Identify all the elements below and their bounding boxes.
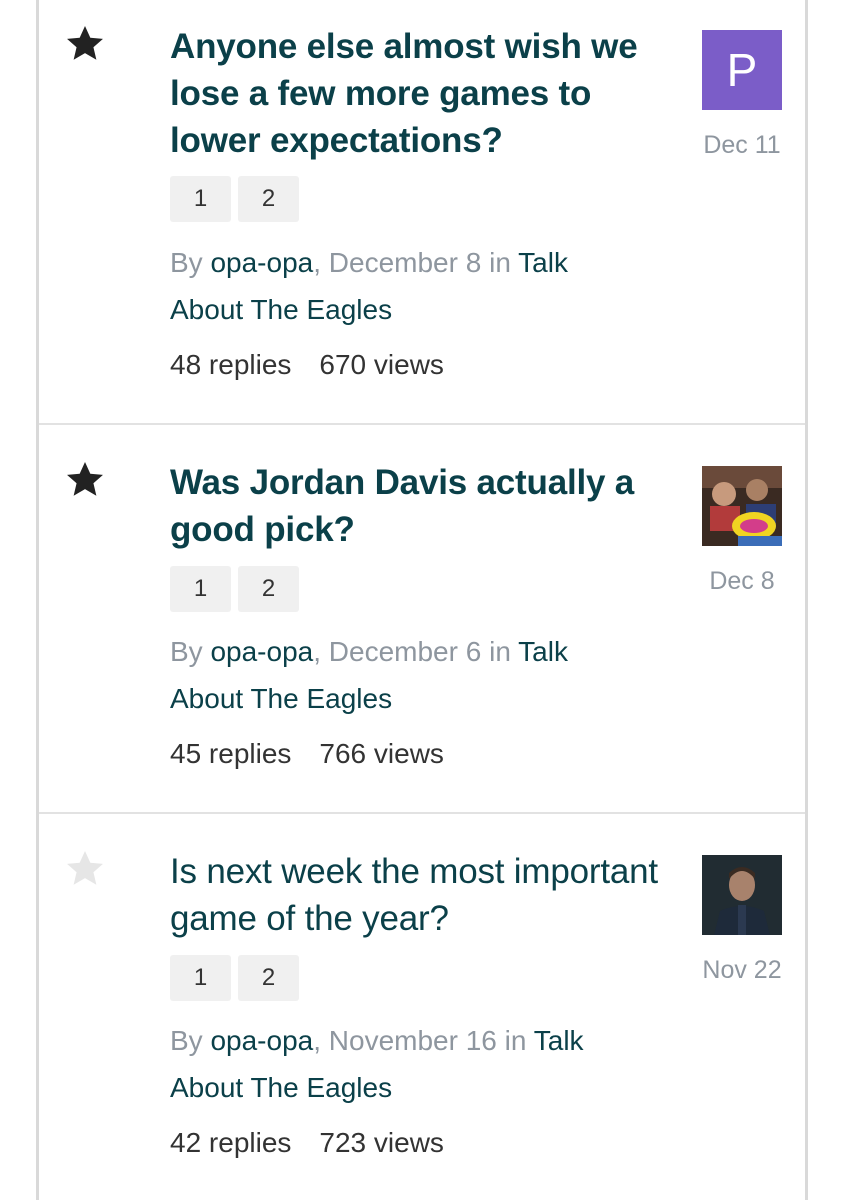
- replies-count: 48 replies: [170, 349, 292, 380]
- page-2-button[interactable]: 2: [238, 176, 299, 222]
- in-label: in: [504, 1025, 527, 1056]
- topic-stats: 42 replies 723 views: [170, 1123, 472, 1163]
- posted-date: December 8: [328, 247, 482, 278]
- views-count: 723 views: [319, 1127, 444, 1158]
- by-label: By: [170, 1025, 203, 1056]
- topic-row[interactable]: Anyone else almost wish we lose a few mo…: [39, 0, 805, 425]
- views-count: 766 views: [319, 738, 444, 769]
- topic-list: Anyone else almost wish we lose a few mo…: [36, 0, 808, 1200]
- pagination: 1 2: [170, 176, 299, 222]
- pagination: 1 2: [170, 955, 299, 1001]
- star-icon[interactable]: [63, 458, 107, 502]
- comma: ,: [313, 1025, 322, 1056]
- topic-row[interactable]: Is next week the most important game of …: [39, 812, 805, 1200]
- topic-meta: By opa-opa, December 6 in Talk About The…: [170, 628, 630, 722]
- in-label: in: [489, 636, 511, 667]
- author-link[interactable]: opa-opa: [210, 1025, 313, 1056]
- last-post-date[interactable]: Nov 22: [687, 956, 797, 985]
- topic-title-link[interactable]: Was Jordan Davis actually a good pick?: [170, 459, 660, 553]
- posted-date: December 6: [328, 636, 482, 667]
- in-label: in: [489, 247, 511, 278]
- last-post-date[interactable]: Dec 8: [687, 567, 797, 596]
- page-1-button[interactable]: 1: [170, 955, 231, 1001]
- comma: ,: [313, 636, 322, 667]
- page-1-button[interactable]: 1: [170, 566, 231, 612]
- posted-date: November 16: [328, 1025, 497, 1056]
- topic-title-link[interactable]: Is next week the most important game of …: [170, 848, 660, 942]
- replies-count: 42 replies: [170, 1127, 292, 1158]
- avatar[interactable]: P: [702, 30, 782, 110]
- page-2-button[interactable]: 2: [238, 566, 299, 612]
- page-1-button[interactable]: 1: [170, 176, 231, 222]
- last-post-date[interactable]: Dec 11: [687, 131, 797, 160]
- views-count: 670 views: [319, 349, 444, 380]
- topic-stats: 48 replies 670 views: [170, 345, 472, 385]
- star-icon[interactable]: [63, 22, 107, 66]
- avatar-photo: [702, 466, 782, 546]
- avatar[interactable]: [702, 466, 782, 546]
- topic-row[interactable]: Was Jordan Davis actually a good pick? 1…: [39, 423, 805, 814]
- by-label: By: [170, 636, 203, 667]
- page-2-button[interactable]: 2: [238, 955, 299, 1001]
- topic-title-link[interactable]: Anyone else almost wish we lose a few mo…: [170, 23, 660, 164]
- pagination: 1 2: [170, 566, 299, 612]
- by-label: By: [170, 247, 203, 278]
- topic-stats: 45 replies 766 views: [170, 734, 472, 774]
- avatar-photo: [702, 855, 782, 935]
- replies-count: 45 replies: [170, 738, 292, 769]
- star-icon[interactable]: [63, 847, 107, 891]
- topic-meta: By opa-opa, November 16 in Talk About Th…: [170, 1017, 630, 1111]
- avatar[interactable]: [702, 855, 782, 935]
- author-link[interactable]: opa-opa: [210, 636, 313, 667]
- comma: ,: [313, 247, 322, 278]
- topic-meta: By opa-opa, December 8 in Talk About The…: [170, 239, 630, 333]
- author-link[interactable]: opa-opa: [210, 247, 313, 278]
